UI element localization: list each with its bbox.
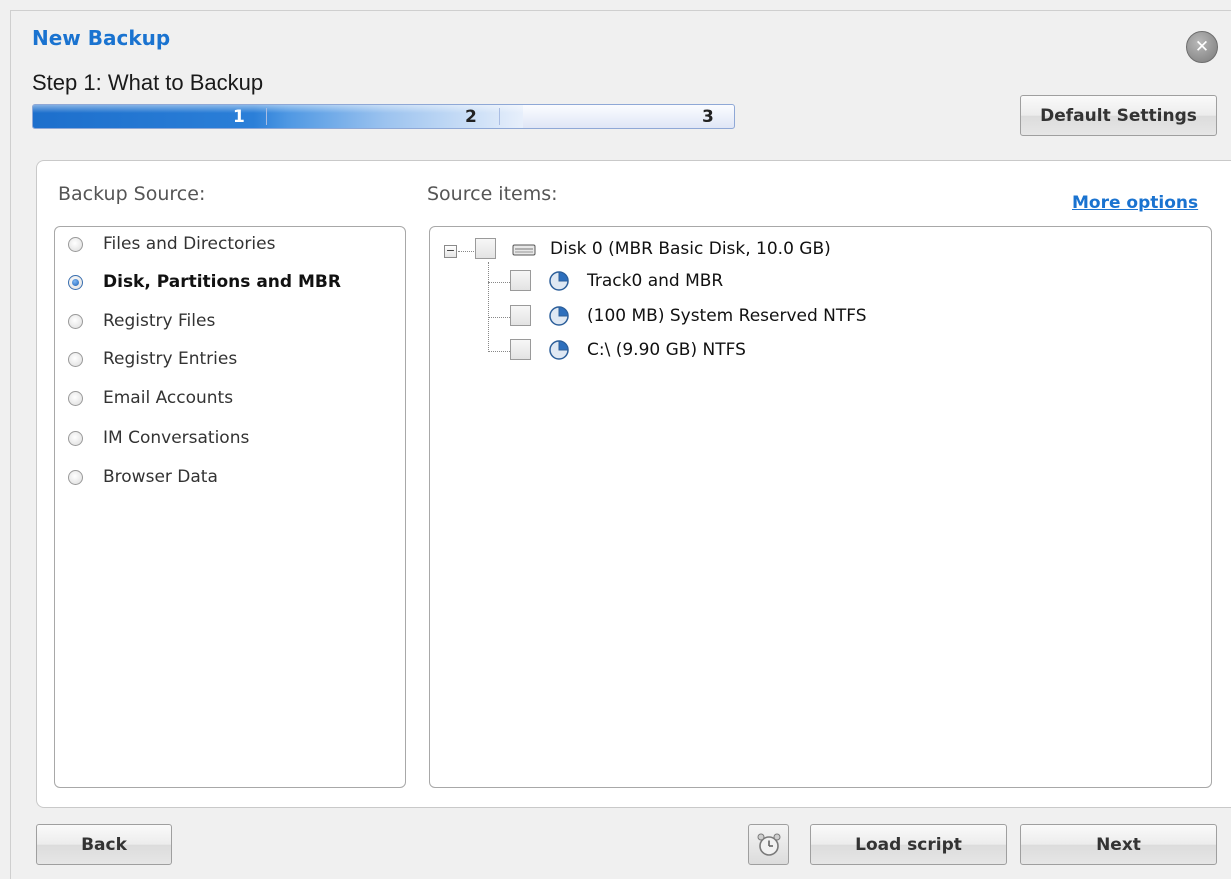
source-option-registry-entries[interactable]: Registry Entries bbox=[68, 347, 237, 371]
partition-pie-icon bbox=[549, 340, 569, 360]
schedule-button[interactable] bbox=[748, 824, 789, 865]
progress-fill bbox=[33, 105, 523, 128]
source-option-email-accounts[interactable]: Email Accounts bbox=[68, 386, 233, 410]
tree-connector bbox=[488, 282, 510, 283]
tree-checkbox-c-drive[interactable] bbox=[510, 339, 531, 360]
source-option-label: Registry Entries bbox=[103, 349, 238, 369]
partition-pie-icon bbox=[549, 271, 569, 291]
source-option-label: Registry Files bbox=[103, 311, 216, 331]
tree-item-label[interactable]: C:\ (9.90 GB) NTFS bbox=[587, 340, 746, 360]
tree-connector bbox=[458, 251, 474, 252]
tree-connector bbox=[488, 262, 489, 352]
source-option-browser-data[interactable]: Browser Data bbox=[68, 465, 218, 489]
source-option-files-directories[interactable]: Files and Directories bbox=[68, 232, 275, 256]
dialog-title: New Backup bbox=[32, 26, 171, 50]
progress-separator bbox=[266, 108, 267, 125]
tree-checkbox-disk0[interactable] bbox=[475, 238, 496, 259]
progress-step-3: 3 bbox=[702, 107, 714, 127]
tree-connector bbox=[488, 317, 510, 318]
more-options-link[interactable]: More options bbox=[1072, 193, 1198, 213]
radio-button[interactable] bbox=[68, 430, 83, 446]
source-items-label: Source items: bbox=[427, 183, 558, 205]
step-progress-bar: 1 2 3 bbox=[32, 104, 735, 129]
close-icon: ✕ bbox=[1194, 37, 1210, 57]
source-option-registry-files[interactable]: Registry Files bbox=[68, 309, 215, 333]
tree-checkbox-system-reserved[interactable] bbox=[510, 305, 531, 326]
partition-pie-icon bbox=[549, 306, 569, 326]
source-option-im-conversations[interactable]: IM Conversations bbox=[68, 426, 249, 450]
backup-source-label: Backup Source: bbox=[58, 183, 206, 205]
tree-item-label[interactable]: Track0 and MBR bbox=[587, 271, 723, 291]
source-option-label: Browser Data bbox=[103, 467, 218, 487]
next-button[interactable]: Next bbox=[1020, 824, 1217, 865]
source-option-label: IM Conversations bbox=[103, 428, 250, 448]
radio-button[interactable] bbox=[68, 274, 83, 290]
radio-button[interactable] bbox=[68, 236, 83, 252]
source-option-label: Disk, Partitions and MBR bbox=[103, 272, 341, 292]
close-button[interactable]: ✕ bbox=[1186, 31, 1218, 63]
source-option-label: Files and Directories bbox=[103, 234, 276, 254]
hard-disk-icon bbox=[512, 244, 536, 256]
tree-checkbox-track0-mbr[interactable] bbox=[510, 270, 531, 291]
back-button[interactable]: Back bbox=[36, 824, 172, 865]
source-option-label: Email Accounts bbox=[103, 388, 234, 408]
default-settings-button[interactable]: Default Settings bbox=[1020, 95, 1217, 136]
step-title: Step 1: What to Backup bbox=[32, 70, 264, 95]
load-script-button[interactable]: Load script bbox=[810, 824, 1007, 865]
tree-collapse-toggle[interactable]: − bbox=[444, 245, 457, 258]
progress-step-1: 1 bbox=[233, 107, 245, 127]
progress-separator bbox=[499, 108, 500, 125]
tree-connector bbox=[488, 351, 510, 352]
tree-item-label[interactable]: (100 MB) System Reserved NTFS bbox=[587, 306, 867, 326]
radio-button[interactable] bbox=[68, 313, 83, 329]
radio-button[interactable] bbox=[68, 390, 83, 406]
progress-step-2: 2 bbox=[465, 107, 477, 127]
source-option-disk-partitions-mbr[interactable]: Disk, Partitions and MBR bbox=[68, 270, 341, 294]
radio-button[interactable] bbox=[68, 351, 83, 367]
radio-button[interactable] bbox=[68, 469, 83, 485]
alarm-clock-icon bbox=[757, 833, 780, 856]
tree-item-label[interactable]: Disk 0 (MBR Basic Disk, 10.0 GB) bbox=[550, 239, 831, 259]
